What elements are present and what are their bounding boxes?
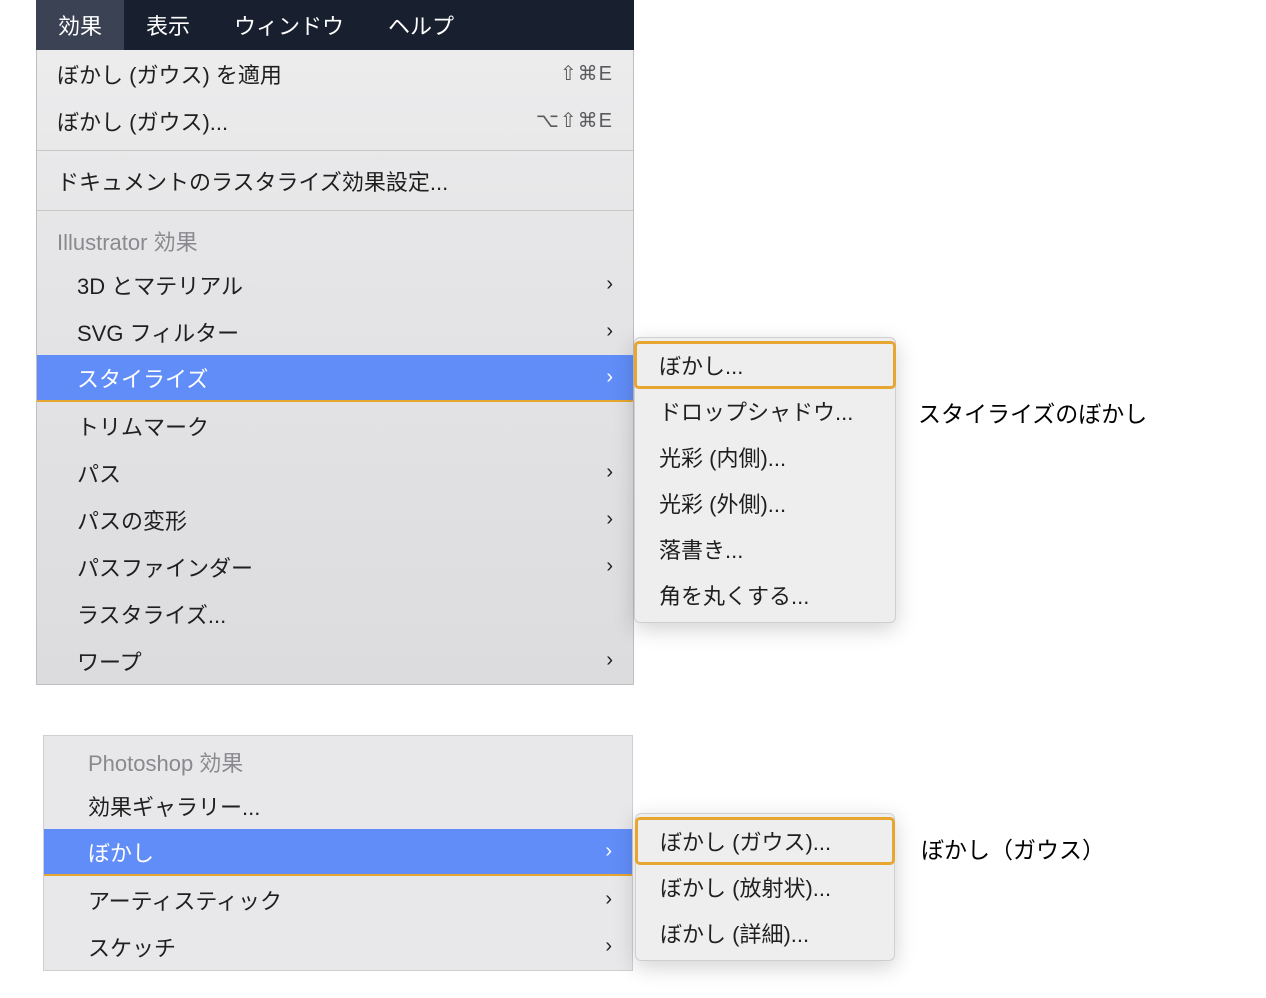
menu-item-document-raster-settings[interactable]: ドキュメントのラスタライズ効果設定... — [37, 157, 633, 204]
photoshop-effects-figure: Photoshop 効果 効果ギャラリー... ぼかし › アーティスティック … — [43, 735, 913, 971]
menubar-item-effect[interactable]: 効果 — [36, 0, 124, 50]
menu-item-label: ぼかし (ガウス) を適用 — [57, 58, 560, 90]
menu-item-label: スケッチ — [88, 931, 605, 963]
submenu-item-gaussian-blur[interactable]: ぼかし (ガウス)... — [636, 818, 894, 864]
menu-item-label: スタイライズ — [77, 362, 606, 394]
submenu-item-label: 落書き... — [659, 533, 743, 565]
menu-item-label: ぼかし — [88, 836, 605, 868]
chevron-right-icon: › — [605, 935, 612, 958]
menu-item-trim-marks[interactable]: トリムマーク — [37, 402, 633, 449]
figure-gap — [0, 700, 720, 735]
menubar-item-window[interactable]: ウィンドウ — [212, 0, 366, 50]
menu-item-label: ドキュメントのラスタライズ効果設定... — [57, 165, 613, 197]
chevron-right-icon: › — [606, 508, 613, 531]
submenu-item-label: ぼかし (ガウス)... — [660, 825, 831, 857]
menu-item-label: 効果ギャラリー... — [88, 790, 612, 822]
menu-item-label: パスファインダー — [77, 551, 606, 583]
menu-item-label: 3D とマテリアル — [77, 269, 606, 301]
photoshop-effects-menu-section: Photoshop 効果 効果ギャラリー... ぼかし › アーティスティック … — [43, 735, 633, 971]
chevron-right-icon: › — [606, 555, 613, 578]
menu-item-label: パス — [77, 457, 606, 489]
submenu-item-radial-blur[interactable]: ぼかし (放射状)... — [636, 864, 894, 910]
menu-item-shortcut: ⇧⌘E — [560, 61, 613, 86]
submenu-item-label: 角を丸くする... — [659, 579, 809, 611]
menu-item-label: アーティスティック — [88, 884, 605, 916]
submenu-item-round-corners[interactable]: 角を丸くする... — [635, 572, 895, 618]
chevron-right-icon: › — [605, 888, 612, 911]
menu-item-last-effect-options[interactable]: ぼかし (ガウス)... ⌥⇧⌘E — [37, 97, 633, 144]
blur-submenu: ぼかし (ガウス)... ぼかし (放射状)... ぼかし (詳細)... — [635, 813, 895, 961]
menu-item-label: ぼかし (ガウス)... — [57, 105, 536, 137]
menu-item-label: トリムマーク — [77, 410, 613, 442]
menu-item-pathfinder[interactable]: パスファインダー › — [37, 543, 633, 590]
effect-menu-figure: 効果 表示 ウィンドウ ヘルプ ぼかし (ガウス) を適用 ⇧⌘E ぼかし (ガ… — [36, 0, 906, 685]
annotation-stylize-blur: スタイライズのぼかし — [918, 395, 1147, 429]
chevron-right-icon: › — [606, 273, 613, 296]
menu-item-apply-last-effect[interactable]: ぼかし (ガウス) を適用 ⇧⌘E — [37, 50, 633, 97]
submenu-item-smart-blur[interactable]: ぼかし (詳細)... — [636, 910, 894, 956]
submenu-item-label: 光彩 (外側)... — [659, 487, 786, 519]
menu-item-artistic[interactable]: アーティスティック › — [44, 876, 632, 923]
menu-separator — [37, 150, 633, 151]
menu-item-label: ワープ — [77, 645, 606, 677]
menu-item-distort-transform[interactable]: パスの変形 › — [37, 496, 633, 543]
submenu-item-label: ぼかし (放射状)... — [660, 871, 831, 903]
submenu-item-label: ぼかし... — [659, 349, 743, 381]
menu-section-header-illustrator: Illustrator 効果 — [37, 217, 633, 261]
annotation-gaussian-blur: ぼかし（ガウス） — [921, 831, 1105, 865]
menu-section-header-photoshop: Photoshop 効果 — [44, 736, 632, 782]
submenu-item-outer-glow[interactable]: 光彩 (外側)... — [635, 480, 895, 526]
menu-item-stylize[interactable]: スタイライズ › — [37, 355, 633, 402]
menu-item-label: パスの変形 — [77, 504, 606, 536]
menu-item-label: SVG フィルター — [77, 316, 606, 348]
chevron-right-icon: › — [606, 649, 613, 672]
chevron-right-icon: › — [605, 840, 612, 863]
stylize-submenu: ぼかし... ドロップシャドウ... 光彩 (内側)... 光彩 (外側)...… — [634, 337, 896, 623]
submenu-item-feather[interactable]: ぼかし... — [635, 342, 895, 388]
chevron-right-icon: › — [606, 461, 613, 484]
menu-item-blur[interactable]: ぼかし › — [44, 829, 632, 876]
menu-item-warp[interactable]: ワープ › — [37, 637, 633, 684]
app-menubar: 効果 表示 ウィンドウ ヘルプ — [36, 0, 634, 50]
menu-item-label: ラスタライズ... — [77, 598, 613, 630]
menu-separator — [37, 210, 633, 211]
menu-item-shortcut: ⌥⇧⌘E — [536, 108, 613, 133]
menubar-item-help[interactable]: ヘルプ — [366, 0, 476, 50]
submenu-item-label: 光彩 (内側)... — [659, 441, 786, 473]
menubar-item-view[interactable]: 表示 — [124, 0, 212, 50]
submenu-item-scribble[interactable]: 落書き... — [635, 526, 895, 572]
submenu-item-inner-glow[interactable]: 光彩 (内側)... — [635, 434, 895, 480]
submenu-item-drop-shadow[interactable]: ドロップシャドウ... — [635, 388, 895, 434]
submenu-item-label: ドロップシャドウ... — [659, 395, 853, 427]
effect-dropdown-menu: ぼかし (ガウス) を適用 ⇧⌘E ぼかし (ガウス)... ⌥⇧⌘E ドキュメ… — [36, 50, 634, 685]
menu-item-sketch[interactable]: スケッチ › — [44, 923, 632, 970]
submenu-item-label: ぼかし (詳細)... — [660, 917, 809, 949]
menu-item-effect-gallery[interactable]: 効果ギャラリー... — [44, 782, 632, 829]
menu-item-path[interactable]: パス › — [37, 449, 633, 496]
chevron-right-icon: › — [606, 366, 613, 389]
menu-item-3d-material[interactable]: 3D とマテリアル › — [37, 261, 633, 308]
chevron-right-icon: › — [606, 320, 613, 343]
menu-item-rasterize[interactable]: ラスタライズ... — [37, 590, 633, 637]
menu-item-svg-filter[interactable]: SVG フィルター › — [37, 308, 633, 355]
